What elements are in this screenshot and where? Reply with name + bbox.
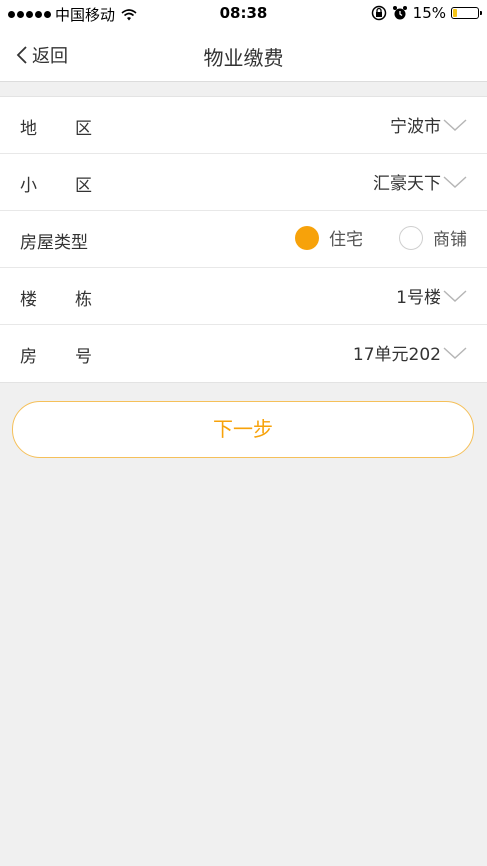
status-bar: 中国移动 08:38 15% xyxy=(0,0,487,28)
region-select[interactable]: 宁波市 xyxy=(390,112,467,137)
community-row[interactable]: 小区 汇豪天下 xyxy=(0,154,487,211)
page-title: 物业缴费 xyxy=(203,46,284,70)
radio-shop[interactable]: 商铺 xyxy=(399,225,467,250)
battery-icon xyxy=(451,7,482,19)
radio-residential[interactable]: 住宅 xyxy=(295,225,363,250)
orientation-lock-icon xyxy=(371,5,386,21)
region-label: 地区 xyxy=(20,119,130,139)
house-type-radio-group: 住宅 商铺 xyxy=(295,225,467,250)
room-label: 房号 xyxy=(20,347,130,367)
next-step-button[interactable]: 下一步 xyxy=(12,401,474,458)
chevron-down-icon xyxy=(443,118,467,131)
chevron-down-icon xyxy=(443,346,467,359)
payment-form: 地区 宁波市 小区 汇豪天下 房屋类型 住宅 商铺 楼栋 1号楼 房号 17单元… xyxy=(0,96,487,383)
region-row[interactable]: 地区 宁波市 xyxy=(0,97,487,154)
building-select[interactable]: 1号楼 xyxy=(396,283,467,308)
region-value: 宁波市 xyxy=(390,117,441,137)
building-row[interactable]: 楼栋 1号楼 xyxy=(0,268,487,325)
building-value: 1号楼 xyxy=(396,288,441,308)
community-value: 汇豪天下 xyxy=(373,174,441,194)
radio-shop-label: 商铺 xyxy=(433,230,467,250)
status-right: 15% xyxy=(371,4,482,22)
radio-residential-label: 住宅 xyxy=(329,230,363,250)
battery-percent: 15% xyxy=(412,4,446,22)
house-type-row: 房屋类型 住宅 商铺 xyxy=(0,211,487,268)
battery-fill xyxy=(453,9,457,17)
nav-bar: 返回 物业缴费 xyxy=(0,28,487,82)
community-select[interactable]: 汇豪天下 xyxy=(373,169,467,194)
room-select[interactable]: 17单元202 xyxy=(353,340,467,365)
radio-unchecked-icon[interactable] xyxy=(399,225,423,250)
radio-checked-icon[interactable] xyxy=(295,225,319,250)
chevron-down-icon xyxy=(443,175,467,188)
house-type-label: 房屋类型 xyxy=(20,233,88,253)
chevron-down-icon xyxy=(443,289,467,302)
room-row[interactable]: 房号 17单元202 xyxy=(0,325,487,382)
community-label: 小区 xyxy=(20,176,130,196)
room-value: 17单元202 xyxy=(352,345,441,365)
alarm-icon xyxy=(392,6,407,20)
building-label: 楼栋 xyxy=(20,290,130,310)
